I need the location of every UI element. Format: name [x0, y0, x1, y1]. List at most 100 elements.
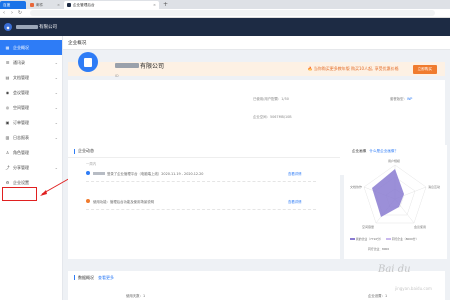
sidebar-item-label: 角色管理: [13, 149, 29, 155]
sidebar-item-label: 会议管理: [13, 89, 29, 95]
role-icon: ♙: [5, 150, 10, 155]
annotation-highlight-box: [2, 187, 37, 201]
version-value[interactable]: WP: [407, 97, 412, 101]
radar-axis-label: 会议使用: [414, 225, 427, 229]
settings-count: 企业设置：1: [368, 294, 388, 298]
enterprise-name-redacted: [115, 63, 139, 68]
enterprise-logo-icon: [78, 52, 98, 72]
grid-icon: ▦: [5, 45, 10, 50]
chevron-down-icon: ⌄: [54, 90, 58, 95]
forward-icon[interactable]: ›: [8, 10, 16, 16]
tab-label: 百度: [3, 2, 11, 7]
reload-icon[interactable]: ↻: [16, 10, 24, 16]
news-detail-link[interactable]: 查看详情: [288, 171, 302, 176]
radar-title-text: 企业画像: [352, 149, 367, 153]
news-detail-link[interactable]: 查看详情: [288, 199, 302, 204]
radar-series-mine: [372, 169, 404, 217]
sidebar-item-documents[interactable]: ▤ 文档管理 ⌄: [0, 70, 62, 85]
order-icon: ▣: [5, 120, 10, 125]
mail-icon: [30, 3, 34, 7]
sidebar-item-label: 通讯录: [13, 59, 25, 65]
close-icon[interactable]: ×: [153, 3, 156, 7]
legend-peer: 同行企业（8000分）: [391, 237, 419, 241]
sidebar-item-orders[interactable]: ▣ 订单管理 ⌄: [0, 115, 62, 130]
news-period: 一周内: [86, 162, 97, 166]
gear-icon: ⚙: [5, 180, 10, 185]
browser-tab-admin[interactable]: 企业管理后台 ×: [64, 1, 159, 9]
chevron-down-icon: ⌄: [54, 60, 58, 65]
buy-now-button[interactable]: 立即购买: [412, 64, 437, 74]
radar-axis-label: 文档协作: [350, 185, 363, 189]
data-title: 数据概况: [78, 274, 94, 280]
radar-legend: 我的企业（7710分） 同行企业（8000分）: [350, 237, 418, 241]
meeting-icon: ◉: [5, 90, 10, 95]
chevron-down-icon: ⌄: [54, 75, 58, 80]
news-card-header: 企业动态: [68, 145, 340, 158]
data-more-link[interactable]: 查看更多: [98, 275, 114, 281]
company-logo-icon[interactable]: ◆: [4, 23, 12, 31]
app-header: ◆ 有限公司: [0, 18, 450, 36]
radar-axis-label: 用户规模: [388, 159, 401, 163]
browser-tab-baidu[interactable]: 百度: [0, 1, 26, 9]
baidu-watermark-logo: Bai du: [378, 264, 411, 275]
sidebar-item-label: 文档管理: [13, 74, 29, 80]
avatar-icon: [86, 171, 90, 175]
company-name-redacted: [16, 25, 38, 29]
news-item: 使用功能：管理后台功能及使用场景说明: [86, 197, 154, 205]
banner-text: 🔥 当你购买更多教年版 购买10人起, 享受优惠价格: [307, 66, 399, 71]
peer-score: 同行企业：8000: [368, 247, 390, 251]
radar-axis-label: 空间容量: [362, 225, 375, 229]
sidebar-item-contacts[interactable]: ☰ 通讯录 ⌄: [0, 55, 62, 70]
sidebar-item-space[interactable]: ◎ 空间管理 ⌄: [0, 100, 62, 115]
chevron-down-icon: ⌄: [54, 135, 58, 140]
sidebar-item-label: 分享管理: [13, 164, 29, 170]
news-title: 企业动态: [78, 148, 94, 153]
browser-tab-mail[interactable]: 邮件 ×: [27, 1, 63, 9]
radar-help-link[interactable]: 什么是企业画像？: [369, 149, 398, 153]
version-stat: 套餐版型：WP: [390, 96, 412, 101]
close-icon[interactable]: ×: [57, 3, 60, 7]
sidebar-item-overview[interactable]: ▦ 企业概况: [0, 40, 62, 55]
member-stat: 已使用/用户配置：1/50: [253, 97, 289, 101]
legend-mine: 我的企业（7710分）: [356, 237, 383, 241]
back-icon[interactable]: ‹: [0, 10, 8, 16]
sidebar-item-label: 订单管理: [13, 119, 29, 125]
contacts-icon: ☰: [5, 60, 10, 65]
sidebar-item-reports[interactable]: ▥ 日志报表 ⌄: [0, 130, 62, 145]
enterprise-name: 有限公司: [140, 63, 165, 70]
sidebar-item-label: 企业概况: [13, 44, 29, 50]
space-icon: ◎: [5, 105, 10, 110]
chevron-down-icon: ⌄: [54, 120, 58, 125]
site-icon: [67, 3, 71, 7]
radar-axis-label: 消息互动: [428, 185, 441, 189]
news-item-text: 登录了企业管理平台（电脑端上线）2020.11.19 - 2020.12.20: [107, 171, 204, 176]
radar-chart: [363, 164, 427, 224]
document-icon: ▤: [5, 75, 10, 80]
data-overview-card: 数据概况 查看更多 使用天数：1 企业设置：1: [68, 271, 445, 300]
share-icon: ⤴: [5, 164, 10, 170]
enterprise-profile-card: 企业画像 什么是企业画像？ 用户规模 消息互动 文档协作 会议使用 空间容量 我的…: [344, 145, 447, 259]
tab-label: 企业管理后台: [73, 2, 95, 7]
company-name: 有限公司: [39, 25, 57, 30]
tab-label: 邮件: [36, 2, 44, 7]
space-stat: 企业空间：5067MB/10B: [253, 115, 292, 119]
watermark-url: jingyan.baidu.com: [395, 286, 432, 291]
address-bar: ‹ › ↻: [0, 9, 450, 18]
chevron-down-icon: ⌄: [54, 105, 58, 110]
user-name-redacted: [93, 171, 105, 175]
page-title: 企业概况: [63, 36, 450, 50]
new-tab-button[interactable]: +: [163, 1, 168, 8]
browser-tab-bar: 百度 邮件 × 企业管理后台 × +: [0, 0, 450, 9]
sidebar-item-label: 空间管理: [13, 104, 29, 110]
url-input[interactable]: [30, 10, 435, 16]
enterprise-id: ID: [115, 74, 119, 78]
sidebar-item-label: 企业设置: [13, 179, 29, 185]
news-item: 登录了企业管理平台（电脑端上线）2020.11.19 - 2020.12.20: [86, 169, 203, 177]
radar-title: 企业画像 什么是企业画像？: [352, 149, 398, 154]
avatar-icon: [86, 199, 90, 203]
enterprise-news-card: 企业动态 一周内 登录了企业管理平台（电脑端上线）2020.11.19 - 20…: [68, 145, 340, 259]
version-label: 套餐版型：: [390, 97, 407, 101]
sidebar-item-meetings[interactable]: ◉ 会议管理 ⌄: [0, 85, 62, 100]
report-icon: ▥: [5, 135, 10, 140]
usage-days: 使用天数：1: [126, 294, 146, 298]
